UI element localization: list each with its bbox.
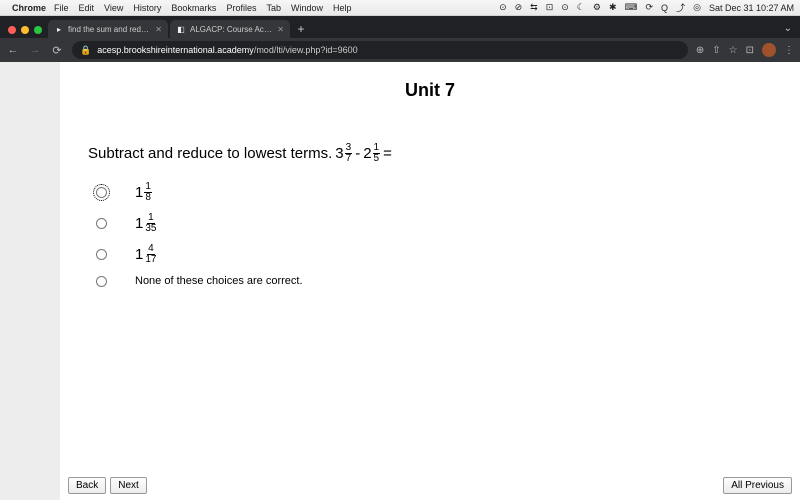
minus-sign: - [355,145,360,162]
search-icon[interactable]: ⊕ [696,45,704,56]
menu-profiles[interactable]: Profiles [226,3,256,13]
url-domain: acesp.brookshireinternational.academy [97,45,254,55]
option-label: 1 4 17 [135,244,157,265]
answer-option[interactable]: 1 1 35 [96,213,772,234]
question-prefix: Subtract and reduce to lowest terms. [88,145,332,162]
whole-number: 2 [363,145,371,162]
profile-avatar[interactable] [762,43,776,57]
answer-option[interactable]: None of these choices are correct. [96,275,772,287]
menu-help[interactable]: Help [333,3,352,13]
option-label: None of these choices are correct. [135,275,303,287]
question-text: Subtract and reduce to lowest terms. 3 3… [88,143,772,164]
maximize-window-icon[interactable] [34,26,42,34]
kebab-menu-icon[interactable]: ⋮ [784,45,794,56]
url-path: /mod/lti/view.php?id=9600 [254,45,358,55]
radio-button[interactable] [96,276,107,287]
status-icon[interactable]: ⚙ [593,2,601,13]
browser-tab[interactable]: ◧ ALGACP: Course Access ✕ [170,20,290,38]
menu-window[interactable]: Window [291,3,323,13]
fraction: 1 5 [373,143,381,164]
reload-icon[interactable]: ⟳ [50,44,64,57]
fraction: 1 8 [144,182,152,203]
page-viewport: Unit 7 Subtract and reduce to lowest ter… [0,62,800,500]
close-window-icon[interactable] [8,26,16,34]
question-term2: 2 1 5 [363,143,380,164]
close-tab-icon[interactable]: ✕ [277,25,284,34]
whole-number: 3 [335,145,343,162]
denominator: 35 [144,224,157,234]
equals-sign: = [383,145,392,162]
option-label: 1 1 8 [135,182,152,203]
close-tab-icon[interactable]: ✕ [155,25,162,34]
question-term1: 3 3 7 [335,143,352,164]
chrome-tabbar: ▸ find the sum and reduce to low ✕ ◧ ALG… [0,16,800,38]
menu-edit[interactable]: Edit [79,3,95,13]
lock-icon[interactable]: 🔒 [80,45,91,56]
menubar-app-name[interactable]: Chrome [12,3,46,13]
menu-bookmarks[interactable]: Bookmarks [171,3,216,13]
status-icon[interactable]: ✱ [609,2,617,13]
whole-number: 1 [135,246,143,263]
address-bar[interactable]: 🔒 acesp.brookshireinternational.academy/… [72,41,688,59]
status-icon[interactable]: ⊘ [515,2,523,13]
macos-menubar: Chrome File Edit View History Bookmarks … [0,0,800,16]
quiz-page: Unit 7 Subtract and reduce to lowest ter… [60,62,800,500]
fraction: 4 17 [144,244,157,265]
radio-button[interactable] [96,218,107,229]
status-icon[interactable]: ⇆ [530,2,538,13]
all-previous-button[interactable]: All Previous [723,477,792,494]
fraction: 1 35 [144,213,157,234]
status-icon[interactable]: ⊙ [561,2,569,13]
denominator: 17 [144,255,157,265]
favicon-icon: ▸ [54,24,64,34]
status-icon[interactable]: ⟳ [646,2,654,13]
status-icon[interactable]: ⊙ [499,2,507,13]
whole-number: 1 [135,184,143,201]
page-title: Unit 7 [88,80,772,101]
radio-button[interactable] [96,187,107,198]
extensions-icon[interactable]: ⊡ [746,45,754,56]
radio-button[interactable] [96,249,107,260]
status-icon[interactable]: ☾ [577,2,585,13]
back-button[interactable]: Back [68,477,106,494]
minimize-window-icon[interactable] [21,26,29,34]
denominator: 8 [144,193,152,203]
chrome-toolbar: ← → ⟳ 🔒 acesp.brookshireinternational.ac… [0,38,800,62]
answer-options: 1 1 8 1 1 35 [96,182,772,287]
tab-title: ALGACP: Course Access [190,25,273,34]
denominator: 7 [345,154,353,164]
status-icon[interactable]: ⊡ [546,2,554,13]
fraction: 3 7 [345,143,353,164]
new-tab-button[interactable]: + [292,20,310,38]
menu-tab[interactable]: Tab [266,3,281,13]
left-gutter [0,62,60,500]
tab-overflow-icon[interactable]: ⌄ [784,23,800,38]
nav-footer: Back Next All Previous [68,477,792,494]
back-icon[interactable]: ← [6,44,20,56]
answer-option[interactable]: 1 1 8 [96,182,772,203]
forward-icon: → [28,44,42,56]
menu-history[interactable]: History [133,3,161,13]
next-button[interactable]: Next [110,477,147,494]
whole-number: 1 [135,215,143,232]
answer-option[interactable]: 1 4 17 [96,244,772,265]
status-icon[interactable]: ⤴ [676,1,685,14]
star-icon[interactable]: ☆ [729,45,738,56]
window-controls [6,26,48,38]
menu-view[interactable]: View [104,3,123,13]
browser-tab[interactable]: ▸ find the sum and reduce to low ✕ [48,20,168,38]
share-icon[interactable]: ⇧ [712,45,720,56]
status-icon[interactable]: Q [661,3,668,13]
favicon-icon: ◧ [176,24,186,34]
menubar-datetime[interactable]: Sat Dec 31 10:27 AM [709,3,794,13]
denominator: 5 [373,154,381,164]
control-center-icon[interactable]: ◎ [693,2,701,13]
option-label: 1 1 35 [135,213,157,234]
menu-file[interactable]: File [54,3,69,13]
tab-title: find the sum and reduce to low [68,25,151,34]
status-icon[interactable]: ⌨ [625,2,638,13]
